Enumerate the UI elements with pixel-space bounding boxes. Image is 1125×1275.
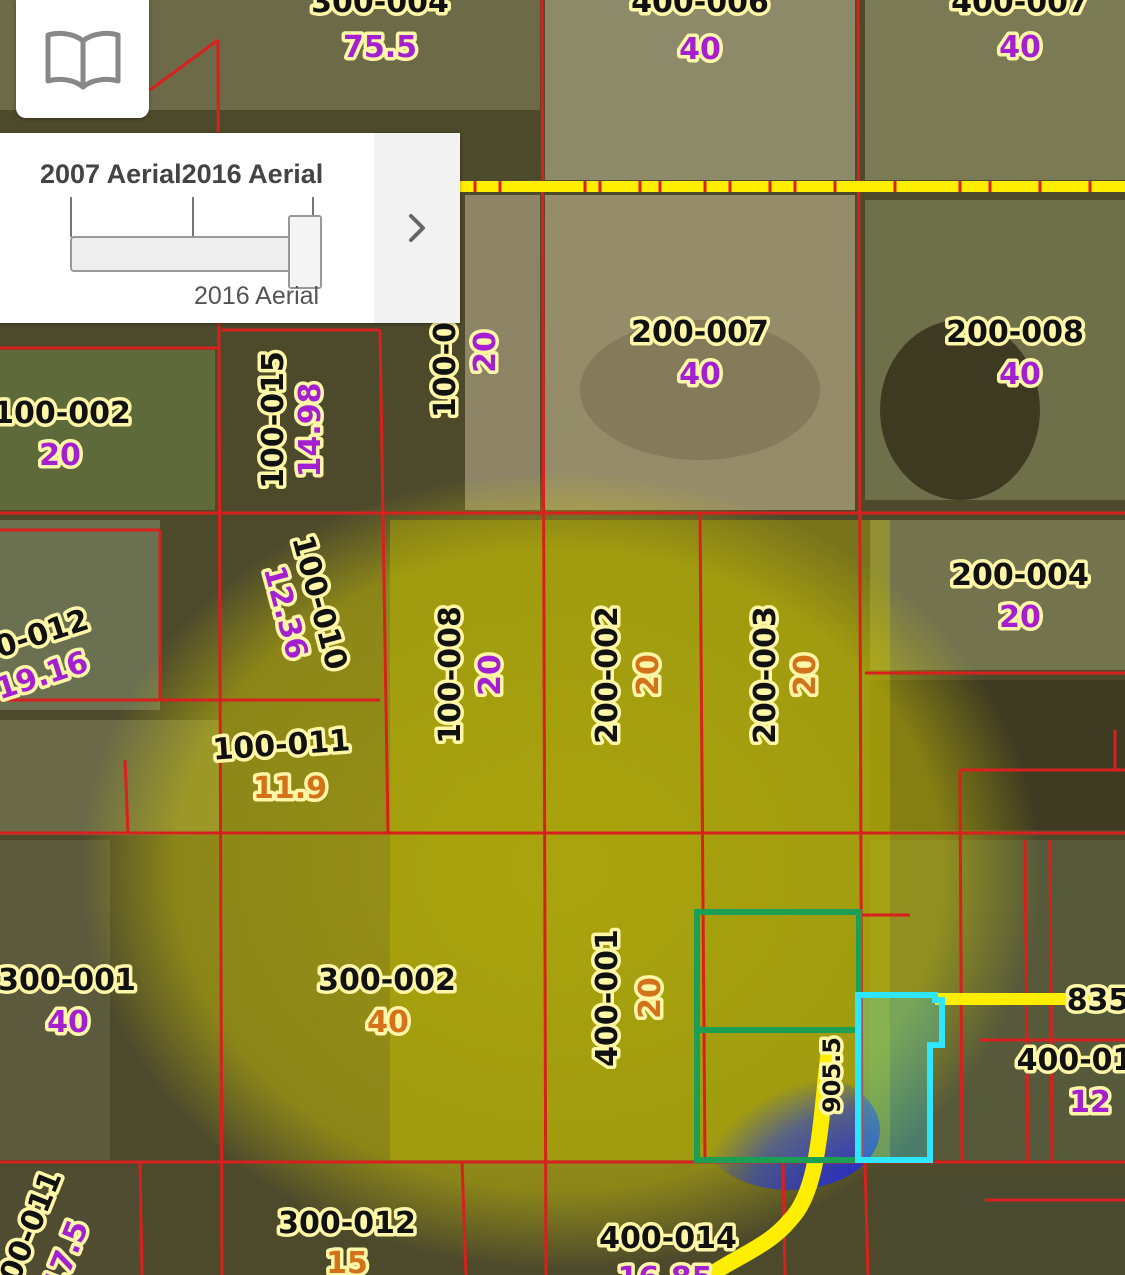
timeline-label-start[interactable]: 2007 Aerial <box>40 159 182 189</box>
parcel-id-label: 300-001 <box>0 963 136 998</box>
parcel-acres-label: 40 <box>999 30 1041 65</box>
parcel-id-label: 200-004 <box>951 558 1089 593</box>
parcel-id-label: 400-01 <box>1017 1043 1125 1078</box>
parcel-id-label: 200-007 <box>631 315 769 350</box>
road-label: 905.5 <box>818 1037 846 1113</box>
parcel-acres-label: 20 <box>999 600 1041 635</box>
book-button[interactable] <box>16 0 149 118</box>
parcel-acres-label: 20 <box>39 438 81 473</box>
parcel-acres-label: 15 <box>326 1246 368 1275</box>
parcel-id-label: 300-004 <box>311 0 449 20</box>
parcel-id-label: 200-008 <box>946 315 1084 350</box>
parcel-acres-label: 12 <box>1069 1085 1111 1120</box>
parcel-acres-label: 40 <box>679 357 721 392</box>
parcel-acres-label: 16.85 <box>618 1261 713 1275</box>
parcel-id-label: 400-006 <box>631 0 769 20</box>
parcel-id-label: 400-014 <box>599 1221 737 1256</box>
parcel-id-label: 300-002 <box>318 963 456 998</box>
parcel-id-label: 300-012 <box>278 1206 416 1241</box>
timeline-track[interactable] <box>70 236 314 272</box>
parcel-acres-label: 40 <box>367 1005 409 1040</box>
parcel-acres-label: 20 <box>633 977 668 1019</box>
parcel-acres-label: 40 <box>679 32 721 67</box>
timeline-label-end[interactable]: 2016 Aerial <box>182 159 324 189</box>
parcel-id-label: 100-0 <box>428 322 463 418</box>
parcel-id-label: 200-002 <box>590 606 625 744</box>
parcel-acres-label: 20 <box>468 331 503 373</box>
parcel-acres-label: 40 <box>47 1005 89 1040</box>
timeline-labels: 2007 Aerial2016 Aerial <box>40 159 323 190</box>
parcel-id-label: 400-001 <box>590 929 625 1067</box>
timeline-tick <box>192 197 194 237</box>
selected-parcel-cyan[interactable] <box>855 992 945 1163</box>
timeline-slider-handle[interactable] <box>288 215 322 289</box>
parcel-acres-label: 20 <box>473 654 508 696</box>
parcel-id-label: 400-007 <box>951 0 1089 20</box>
parcel-acres-label: 11.9 <box>253 771 327 806</box>
parcel-acres-label: 75.5 <box>343 30 417 65</box>
parcel-acres-label: 20 <box>631 654 666 696</box>
timeline-tick <box>70 197 72 237</box>
timeline-tick <box>312 197 314 217</box>
open-book-icon <box>45 30 120 90</box>
parcel-acres-label: 14.98 <box>293 383 328 478</box>
parcel-id-label: 100-008 <box>433 606 468 744</box>
road-label: 835 <box>1067 983 1125 1018</box>
parcel-id-label: 100-002 <box>0 396 131 431</box>
timeline-current-value: 2016 Aerial <box>194 282 320 310</box>
parcel-id-label: 200-003 <box>748 606 783 744</box>
timeline-next-button[interactable] <box>374 133 460 323</box>
chevron-right-icon <box>409 214 425 242</box>
parcel-id-label: 100-015 <box>256 351 291 489</box>
parcel-acres-label: 40 <box>999 357 1041 392</box>
parcel-acres-label: 20 <box>788 654 823 696</box>
